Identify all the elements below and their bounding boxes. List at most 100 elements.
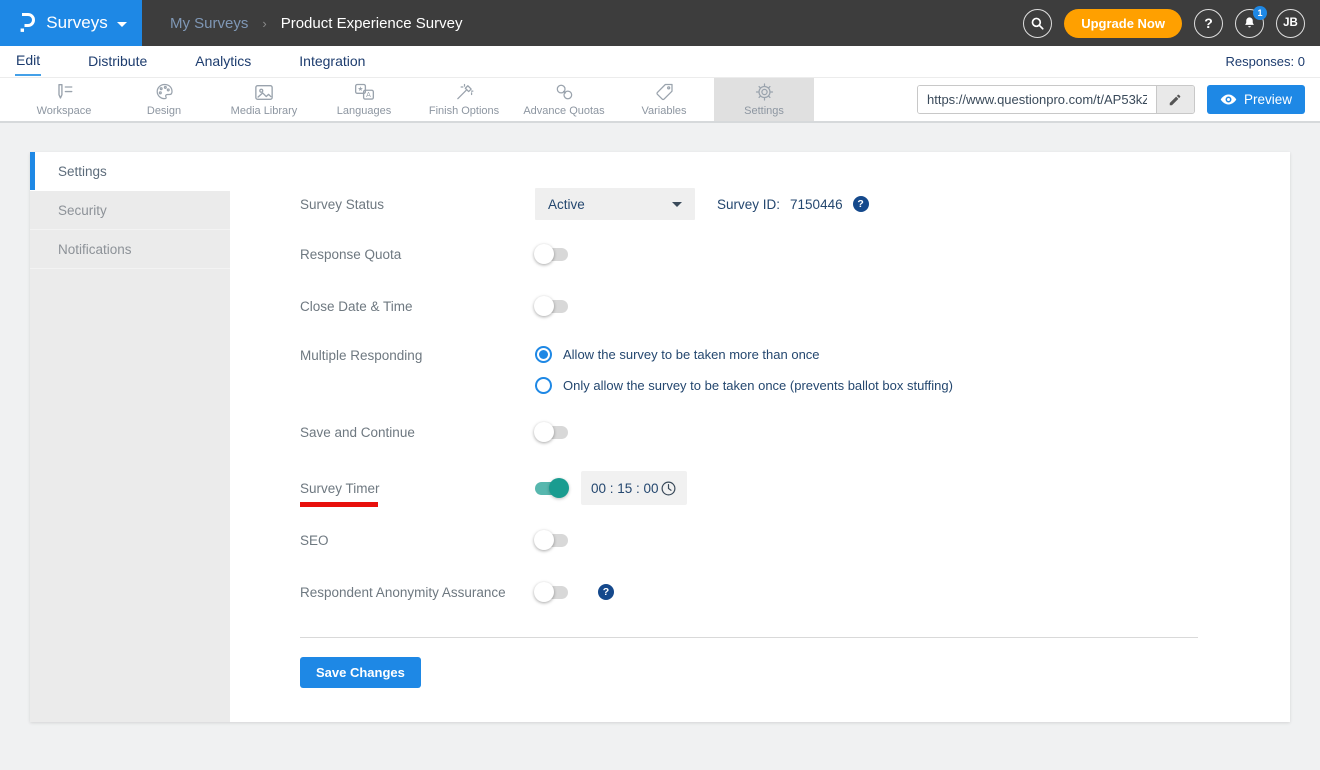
save-and-continue-label: Save and Continue — [300, 424, 415, 440]
tab-analytics[interactable]: Analytics — [194, 48, 252, 75]
tab-edit[interactable]: Edit — [15, 47, 42, 76]
settings-sidebar: Settings Security Notifications — [30, 152, 230, 722]
survey-id-value: 7150446 — [790, 196, 843, 212]
survey-url-group — [916, 85, 1195, 114]
survey-id-label: Survey ID: — [717, 196, 781, 212]
survey-id-group: Survey ID: 7150446 ? — [717, 196, 869, 212]
toolbar-item-label: Variables — [641, 105, 687, 117]
top-header: Surveys My Surveys › Product Experience … — [0, 0, 1320, 46]
svg-text:A: A — [366, 92, 371, 99]
close-date-toggle[interactable] — [534, 296, 568, 316]
chevron-down-icon — [116, 21, 127, 27]
survey-status-value: Active — [548, 196, 585, 212]
response-quota-toggle[interactable] — [534, 244, 568, 264]
save-and-continue-toggle[interactable] — [534, 422, 568, 442]
preview-button[interactable]: Preview — [1206, 85, 1305, 114]
help-button[interactable]: ? — [1194, 8, 1223, 38]
radio-option-multiple[interactable]: Allow the survey to be taken more than o… — [535, 346, 953, 363]
variables-icon — [654, 82, 675, 102]
toolbar-item-media-library[interactable]: Media Library — [214, 78, 314, 121]
toolbar-item-label: Media Library — [230, 105, 298, 117]
save-changes-button[interactable]: Save Changes — [300, 657, 421, 688]
tab-distribute[interactable]: Distribute — [87, 48, 148, 75]
survey-timer-value: 00 : 15 : 00 — [591, 480, 659, 496]
toolbar-item-advance-quotas[interactable]: Advance Quotas — [514, 78, 614, 121]
respondent-anonymity-toggle[interactable] — [534, 582, 568, 602]
breadcrumb-separator: › — [262, 15, 267, 31]
settings-icon — [754, 82, 775, 102]
help-icon: ? — [1204, 15, 1213, 31]
settings-form: Survey Status Active Survey ID: 7150446 … — [230, 152, 1290, 722]
toolbar-item-label: Finish Options — [428, 105, 500, 117]
survey-status-select[interactable]: Active — [535, 188, 695, 220]
toolbar-item-languages[interactable]: ★ A Languages — [314, 78, 414, 121]
toolbar-right: Preview — [916, 78, 1320, 121]
breadcrumb-parent[interactable]: My Surveys — [170, 15, 248, 32]
avatar-initials: JB — [1283, 17, 1298, 29]
respondent-anonymity-help-icon[interactable]: ? — [598, 584, 614, 600]
edit-toolbar: Workspace Design Media Library ★ A Langu… — [0, 78, 1320, 123]
toolbar-item-label: Languages — [336, 105, 392, 117]
survey-id-help-icon[interactable]: ? — [852, 196, 869, 212]
radio-checked-icon — [535, 346, 552, 363]
toolbar-item-workspace[interactable]: Workspace — [14, 78, 114, 121]
respondent-anonymity-row: Respondent Anonymity Assurance ? — [300, 580, 1290, 604]
close-date-label: Close Date & Time — [300, 298, 413, 314]
survey-url-input[interactable] — [917, 86, 1156, 113]
seo-toggle[interactable] — [534, 530, 568, 550]
brand-menu[interactable]: Surveys — [0, 0, 142, 46]
survey-status-row: Survey Status Active Survey ID: 7150446 … — [300, 188, 1290, 220]
seo-row: SEO — [300, 528, 1290, 552]
radio-option-label: Allow the survey to be taken more than o… — [563, 347, 820, 362]
sidebar-item-settings[interactable]: Settings — [30, 152, 230, 191]
survey-timer-input[interactable]: 00 : 15 : 00 — [581, 471, 687, 505]
multiple-responding-label: Multiple Responding — [300, 348, 423, 363]
brand-product-name: Surveys — [46, 13, 108, 32]
sidebar-item-security[interactable]: Security — [30, 191, 230, 230]
notifications-button[interactable]: 1 — [1235, 5, 1267, 38]
sidebar-item-notifications[interactable]: Notifications — [30, 230, 230, 269]
tab-integration[interactable]: Integration — [298, 48, 366, 75]
settings-card: Settings Security Notifications Survey S… — [30, 152, 1290, 722]
eye-icon — [1220, 93, 1237, 106]
breadcrumb-current: Product Experience Survey — [280, 14, 463, 32]
toolbar-item-design[interactable]: Design — [114, 78, 214, 121]
survey-status-label: Survey Status — [300, 196, 385, 212]
survey-nav: Edit Distribute Analytics Integration Re… — [0, 46, 1320, 78]
radio-option-once[interactable]: Only allow the survey to be taken once (… — [535, 377, 953, 394]
media-library-icon — [253, 82, 275, 102]
questionpro-logo-icon — [15, 11, 37, 35]
finish-options-icon — [454, 82, 475, 102]
chevron-down-icon — [672, 201, 682, 207]
responses-count: Responses: 0 — [1225, 54, 1306, 69]
toolbar-item-settings[interactable]: Settings — [714, 78, 814, 121]
survey-timer-toggle[interactable] — [535, 478, 569, 498]
avatar[interactable]: JB — [1276, 8, 1305, 38]
close-date-row: Close Date & Time — [300, 294, 1290, 318]
svg-text:★: ★ — [357, 85, 363, 93]
advance-quotas-icon — [554, 82, 575, 102]
response-quota-row: Response Quota — [300, 242, 1290, 266]
save-and-continue-row: Save and Continue — [300, 420, 1290, 444]
breadcrumb: My Surveys › Product Experience Survey — [170, 15, 462, 32]
edit-url-button[interactable] — [1155, 86, 1194, 113]
search-icon — [1030, 16, 1045, 31]
multiple-responding-row: Multiple Responding Allow the survey to … — [300, 346, 1290, 394]
search-button[interactable] — [1023, 8, 1053, 38]
toolbar-item-label: Advance Quotas — [523, 105, 605, 117]
form-divider — [300, 637, 1198, 638]
workspace-icon — [53, 82, 75, 102]
survey-timer-row: Survey Timer 00 : 15 : 00 — [300, 471, 1290, 507]
upgrade-now-button[interactable]: Upgrade Now — [1064, 8, 1182, 38]
survey-timer-label: Survey Timer — [300, 481, 535, 507]
preview-label: Preview — [1243, 92, 1292, 107]
edit-pencil-icon — [1168, 93, 1182, 107]
toolbar-item-finish-options[interactable]: Finish Options — [414, 78, 514, 121]
languages-icon: ★ A — [353, 82, 376, 102]
design-icon — [154, 82, 175, 102]
multiple-responding-options: Allow the survey to be taken more than o… — [535, 346, 953, 394]
toolbar-item-variables[interactable]: Variables — [614, 78, 714, 121]
respondent-anonymity-label: Respondent Anonymity Assurance — [300, 584, 506, 600]
toolbar-item-label: Workspace — [36, 105, 92, 117]
toolbar-item-label: Design — [146, 105, 182, 117]
